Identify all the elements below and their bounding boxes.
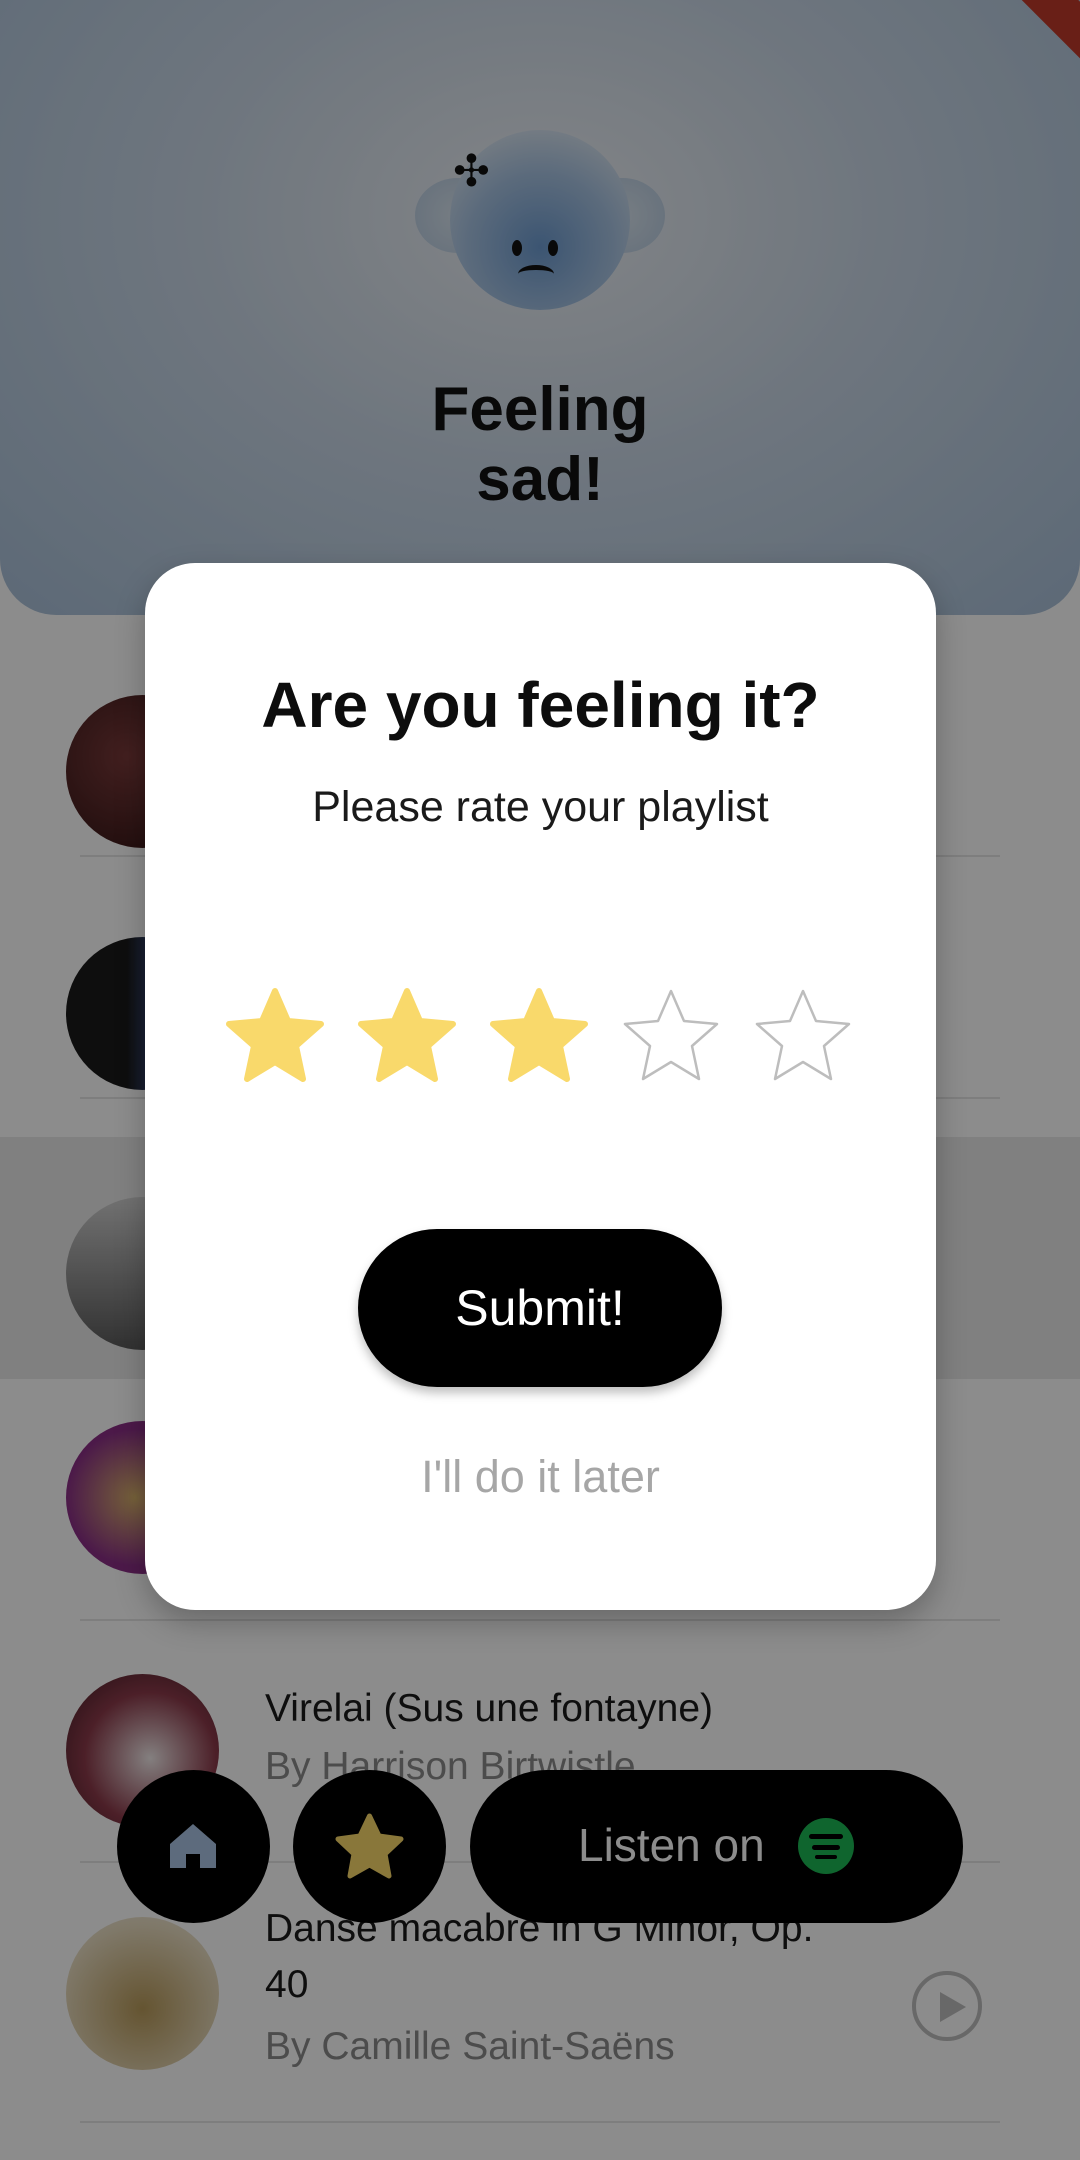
- rating-star-3[interactable]: [484, 983, 594, 1093]
- do-it-later-link[interactable]: I'll do it later: [145, 1451, 936, 1503]
- dialog-title: Are you feeling it?: [261, 669, 820, 741]
- submit-button[interactable]: Submit!: [358, 1229, 722, 1387]
- rating-star-5[interactable]: [748, 983, 858, 1093]
- rating-star-2[interactable]: [352, 983, 462, 1093]
- rating-star-1[interactable]: [220, 983, 330, 1093]
- rating-dialog: Are you feeling it? Please rate your pla…: [145, 563, 936, 1610]
- rating-star-4[interactable]: [616, 983, 726, 1093]
- dialog-subtitle: Please rate your playlist: [312, 783, 769, 831]
- star-rating: [220, 983, 880, 1093]
